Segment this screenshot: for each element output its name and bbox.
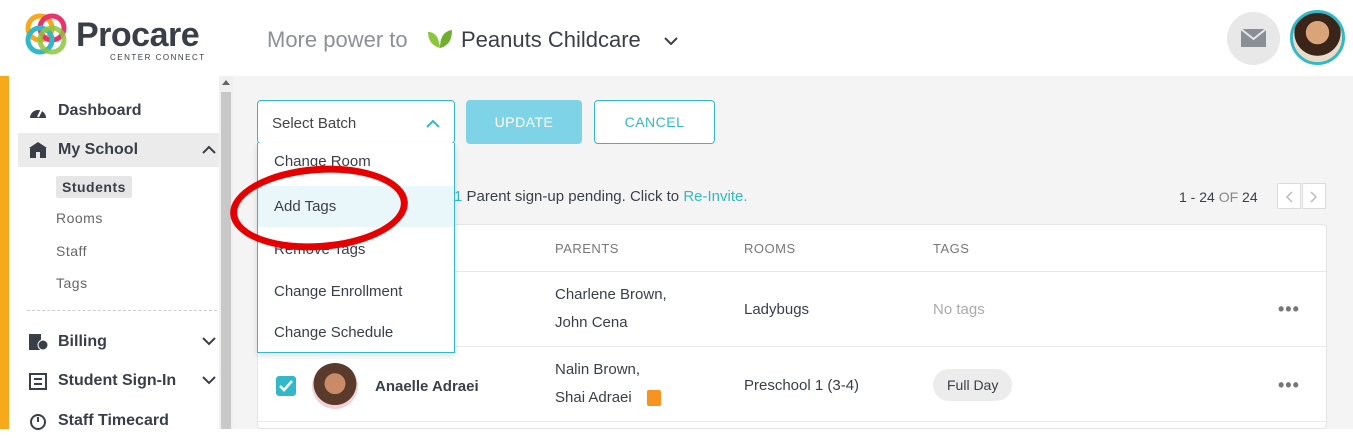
checkmark-icon	[279, 380, 293, 392]
row-checkbox[interactable]	[276, 376, 296, 396]
signup-pending-notice: 1 Parent sign-up pending. Click to Re-In…	[454, 188, 748, 205]
parent-name[interactable]: Charlene Brown,	[555, 286, 667, 303]
user-avatar[interactable]	[1290, 10, 1345, 65]
chevron-down-icon[interactable]	[663, 36, 679, 46]
scroll-up-icon[interactable]	[222, 80, 230, 85]
room-name: Preschool 1 (3-4)	[744, 377, 860, 394]
tagline: More power to	[267, 27, 408, 52]
sidebar-item-my-school[interactable]: My School	[18, 133, 228, 167]
messages-button[interactable]	[1227, 12, 1280, 65]
sidebar-item-student-sign-in[interactable]: Student Sign-In	[18, 364, 228, 398]
sidebar-item-staff-timecard[interactable]: Staff Timecard	[18, 404, 228, 438]
sidebar-item-label: My School	[58, 141, 139, 158]
sidebar: Dashboard My School Students Rooms Staff…	[0, 76, 232, 430]
row-more-button[interactable]: •••	[1278, 375, 1300, 396]
logo-rings-icon	[25, 13, 67, 55]
billing-icon	[29, 334, 48, 351]
sidebar-item-label: Staff Timecard	[58, 412, 169, 429]
mail-icon	[1240, 28, 1267, 47]
tag-chip[interactable]: Full Day	[933, 369, 1013, 401]
update-button[interactable]: UPDATE	[466, 100, 582, 144]
sign-in-icon	[29, 373, 47, 390]
page-total: 24	[1242, 189, 1258, 205]
cancel-button[interactable]: CANCEL	[594, 100, 715, 144]
brand-subtitle: CENTER CONNECT	[110, 53, 206, 62]
sidebar-sub-rooms[interactable]: Rooms	[56, 210, 103, 226]
sidebar-divider	[27, 310, 217, 311]
no-tags-text: No tags	[933, 301, 985, 318]
previous-page-button[interactable]	[1277, 183, 1301, 209]
sidebar-sub-staff[interactable]: Staff	[56, 243, 87, 259]
procare-logo[interactable]: Procare CENTER CONNECT	[22, 10, 222, 66]
sidebar-item-label: Dashboard	[58, 102, 142, 119]
room-name: Ladybugs	[744, 301, 810, 318]
menu-item-change-enrollment[interactable]: Change Enrollment	[258, 271, 454, 312]
sidebar-item-dashboard[interactable]: Dashboard	[18, 94, 228, 128]
page-range: 1 - 24	[1179, 189, 1215, 205]
re-invite-link[interactable]: Re-Invite.	[683, 188, 747, 205]
school-switcher[interactable]: Peanuts Childcare	[461, 27, 641, 53]
page-of: OF	[1218, 189, 1239, 205]
parent-name[interactable]: Shai Adraei	[555, 389, 632, 406]
next-page-button[interactable]	[1302, 183, 1326, 209]
sidebar-sub-tags[interactable]: Tags	[56, 275, 88, 291]
student-avatar[interactable]	[312, 363, 358, 409]
contact-card-icon	[647, 390, 661, 406]
chevron-up-icon	[202, 145, 216, 154]
leaf-icon	[428, 30, 452, 48]
sidebar-sub-students[interactable]: Students	[56, 176, 132, 198]
chevron-down-icon	[202, 376, 216, 385]
student-name[interactable]: Anaelle Adraei	[375, 378, 479, 395]
sidebar-item-billing[interactable]: Billing	[18, 325, 228, 359]
menu-item-change-schedule[interactable]: Change Schedule	[258, 312, 454, 353]
sidebar-item-label: Billing	[58, 333, 107, 350]
sidebar-scrollbar[interactable]	[219, 76, 233, 429]
parent-name[interactable]: Nalin Brown,	[555, 361, 640, 378]
dashboard-icon	[30, 108, 46, 118]
pagination-summary: 1 - 24 OF 24	[1179, 189, 1258, 205]
column-header-tags[interactable]: TAGS	[933, 241, 969, 256]
chevron-left-icon	[1285, 191, 1293, 203]
timecard-icon	[30, 414, 46, 430]
scrollbar-thumb[interactable]	[221, 92, 231, 429]
parent-name[interactable]: John Cena	[555, 314, 628, 331]
sidebar-item-label: Student Sign-In	[58, 372, 177, 389]
chevron-right-icon	[1310, 191, 1318, 203]
top-header: Procare CENTER CONNECT More power to Pea…	[0, 0, 1353, 76]
select-batch-label: Select Batch	[272, 115, 357, 132]
column-header-parents[interactable]: PARENTS	[555, 241, 619, 256]
notice-text: Parent sign-up pending. Click to	[462, 188, 684, 205]
column-header-rooms[interactable]: ROOMS	[744, 241, 796, 256]
chevron-up-icon	[426, 119, 440, 128]
brand-name: Procare	[76, 16, 200, 54]
row-divider	[258, 421, 1326, 422]
school-icon	[29, 142, 47, 158]
chevron-down-icon	[202, 337, 216, 346]
row-more-button[interactable]: •••	[1278, 299, 1300, 320]
